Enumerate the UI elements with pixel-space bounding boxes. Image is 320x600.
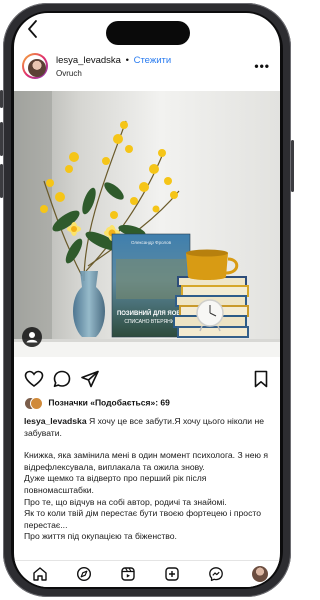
photo-illustration: Олександр Фролов ПОЗИВНИЙ ДЛЯ ЯОВИ СПИСА… <box>14 91 280 357</box>
follow-button[interactable]: Стежити <box>134 55 172 66</box>
likes-row[interactable]: Позначки «Подобається»: 69 <box>24 397 274 411</box>
post-actions <box>14 367 280 391</box>
book-title-line2: СПИСАНО ВТЕРЯНИХ <box>124 319 178 325</box>
avatar-photo <box>28 59 46 77</box>
bottom-nav <box>14 560 280 587</box>
bookmark-icon[interactable] <box>252 369 270 389</box>
tagged-users-button[interactable] <box>22 327 42 347</box>
home-icon[interactable] <box>32 566 48 582</box>
caption-username[interactable]: lesya_levadska <box>24 416 87 426</box>
device-stage: lesya_levadska • Стежити Ovruch ••• Олек… <box>0 0 294 600</box>
compass-icon[interactable] <box>76 566 92 582</box>
avatar[interactable] <box>22 53 48 79</box>
profile-avatar-icon[interactable] <box>252 566 268 582</box>
post-username-row: lesya_levadska • Стежити <box>56 55 171 66</box>
power-button <box>291 140 294 192</box>
caption-line: Про життя під окупацією та біженство. <box>24 531 177 542</box>
screen: lesya_levadska • Стежити Ovruch ••• Олек… <box>14 13 280 587</box>
more-options-button[interactable]: ••• <box>254 59 270 73</box>
post-username[interactable]: lesya_levadska <box>56 55 121 66</box>
liker-avatars <box>24 397 43 410</box>
comment-icon[interactable] <box>52 369 72 389</box>
back-button[interactable] <box>24 18 44 40</box>
post-photo[interactable]: Олександр Фролов ПОЗИВНИЙ ДЛЯ ЯОВИ СПИСА… <box>14 91 280 357</box>
chevron-left-icon <box>28 20 37 38</box>
send-icon[interactable] <box>80 369 100 389</box>
post-header: lesya_levadska • Стежити Ovruch ••• <box>14 47 280 85</box>
caption-line: Книжка, яка замінила мені в один момент … <box>24 450 269 472</box>
dynamic-island <box>106 21 190 45</box>
likes-count: Позначки «Подобається»: 69 <box>48 397 170 408</box>
heart-icon[interactable] <box>24 369 44 389</box>
post-caption: lesya_levadska Я хочу це все забути.Я хо… <box>24 416 272 543</box>
caption-line: Про те, що відчув на собі автор, родичі … <box>24 496 227 507</box>
reels-icon[interactable] <box>120 566 136 582</box>
messenger-icon[interactable] <box>208 566 224 582</box>
caption-line: Дуже щемко та відверто про перший рік пі… <box>24 473 207 495</box>
book-author: Олександр Фролов <box>131 240 172 245</box>
user-icon <box>26 332 38 343</box>
separator-dot: • <box>125 55 129 66</box>
caption-line: Як то коли твій дім перестає бути твоєю … <box>24 508 261 530</box>
post-location[interactable]: Ovruch <box>56 69 82 78</box>
plus-square-icon[interactable] <box>164 566 180 582</box>
